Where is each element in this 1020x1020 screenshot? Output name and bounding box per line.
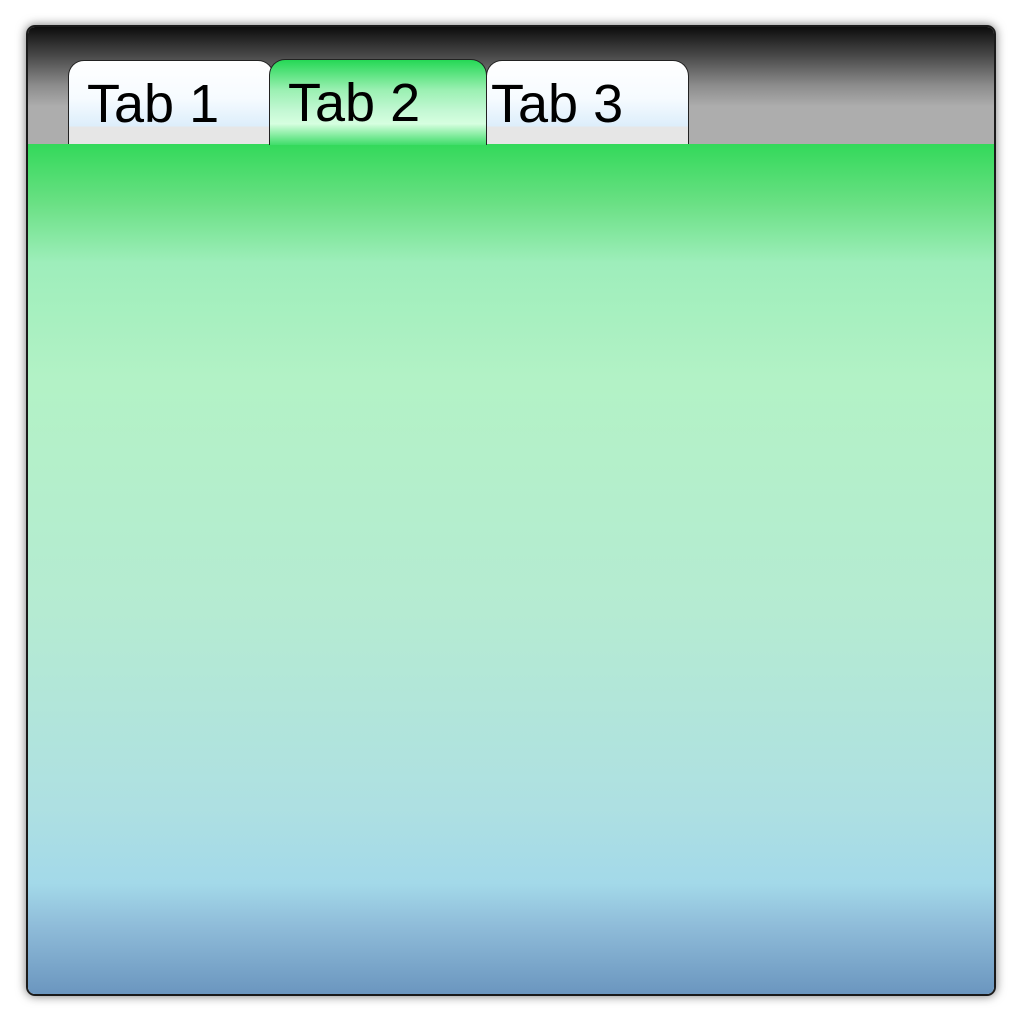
tab-2[interactable]: Tab 2 [269,59,487,145]
tabbed-window: Tab 1 Tab 2 Tab 3 [26,25,996,996]
tab-3-label: Tab 3 [491,74,624,134]
tab-3[interactable]: Tab 3 [486,60,689,144]
tab-2-label: Tab 2 [288,73,421,133]
tab-1[interactable]: Tab 1 [68,60,274,144]
tab-bar: Tab 1 Tab 2 Tab 3 [28,27,994,145]
tab-content-panel [28,144,994,994]
tab-1-label: Tab 1 [87,74,220,134]
